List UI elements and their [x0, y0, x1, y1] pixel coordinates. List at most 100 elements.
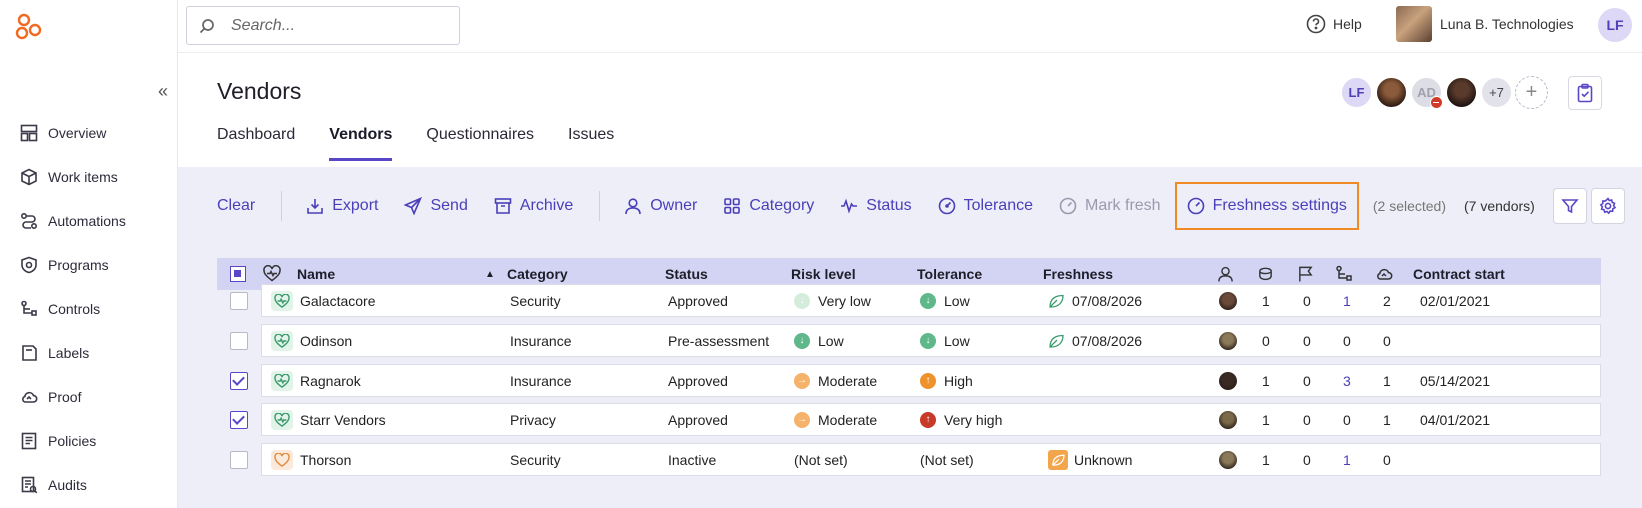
sort-ascending-icon[interactable]: ▲ [485, 269, 495, 280]
owner-avatar[interactable] [1219, 332, 1237, 350]
sidebar-item-automations[interactable]: Automations [0, 199, 178, 243]
column-header-contract-start[interactable]: Contract start [1413, 266, 1505, 282]
count-controls[interactable]: 1 [1343, 293, 1351, 309]
row-checkbox[interactable] [230, 332, 248, 350]
tolerance: ↑ Very high [920, 411, 1002, 428]
count-proof: 1 [1383, 372, 1391, 389]
vendor-name[interactable]: Ragnarok [300, 373, 361, 389]
sidebar-item-work-items[interactable]: Work items [0, 155, 178, 199]
status-button[interactable]: Status [840, 197, 912, 215]
avatar[interactable] [1445, 76, 1478, 109]
sidebar-item-policies[interactable]: Policies [0, 419, 178, 463]
table-row[interactable]: Ragnarok Insurance Approved → Moderate ↑ High 1… [261, 364, 1601, 397]
freshness: 07/08/2026 [1048, 333, 1142, 349]
add-member-button[interactable]: + [1515, 76, 1548, 109]
heart-pulse-icon[interactable] [263, 265, 281, 282]
mark-fresh-button[interactable]: Mark fresh [1059, 197, 1161, 215]
tolerance-button[interactable]: Tolerance [938, 197, 1033, 215]
export-button[interactable]: Export [306, 197, 378, 215]
archive-button[interactable]: Archive [494, 197, 573, 215]
user-avatar[interactable]: LF [1598, 8, 1632, 42]
tab-questionnaires[interactable]: Questionnaires [426, 126, 534, 166]
sidebar-item-proof[interactable]: Proof [0, 375, 178, 419]
freshness-settings-button[interactable]: Freshness settings [1174, 182, 1359, 230]
archive-icon [494, 198, 512, 214]
category-button[interactable]: Category [723, 197, 814, 215]
table-row[interactable]: Odinson Insurance Pre-assessment ↓ Low ↓ Low 07… [261, 324, 1601, 357]
table-row[interactable]: Thorson Security Inactive (Not set) (Not set… [261, 443, 1601, 476]
vendor-category: Security [510, 451, 561, 468]
gauge-icon [1059, 197, 1077, 215]
owner-avatar[interactable] [1219, 372, 1237, 390]
sidebar-item-audits[interactable]: Audits [0, 463, 178, 507]
owner-column-icon[interactable] [1217, 265, 1234, 283]
select-all-checkbox[interactable] [230, 266, 246, 282]
column-header-tolerance[interactable]: Tolerance [917, 266, 982, 282]
table-settings-button[interactable] [1590, 188, 1625, 224]
more-members-badge[interactable]: +7 [1480, 76, 1513, 109]
collapse-sidebar-icon[interactable]: « [158, 81, 168, 102]
risk-column-icon[interactable] [1257, 265, 1274, 283]
freshness: 07/08/2026 [1048, 293, 1142, 309]
owner-button[interactable]: Owner [624, 197, 697, 215]
vendor-name[interactable]: Galactacore [300, 293, 375, 309]
avatar[interactable]: AD [1410, 76, 1443, 109]
column-header-category[interactable]: Category [507, 266, 568, 282]
filter-button[interactable] [1552, 188, 1587, 224]
vendor-name[interactable]: Thorson [300, 452, 351, 468]
org-switcher[interactable]: Luna B. Technologies [1396, 6, 1574, 42]
clear-button[interactable]: Clear [217, 197, 255, 215]
sidebar-item-overview[interactable]: Overview [0, 111, 178, 155]
row-checkbox[interactable] [230, 292, 248, 310]
cloud-icon [22, 391, 38, 403]
controls-column-icon[interactable] [1335, 265, 1353, 283]
search-box[interactable] [186, 6, 460, 45]
clipboard-button[interactable] [1568, 76, 1602, 110]
category-label: Category [749, 197, 815, 214]
count-risks: 1 [1262, 451, 1270, 468]
count-controls[interactable]: 1 [1343, 452, 1351, 468]
app-logo[interactable] [14, 12, 44, 42]
sidebar-item-programs[interactable]: Programs [0, 243, 178, 287]
vendor-name[interactable]: Odinson [300, 333, 352, 349]
row-checkbox[interactable] [230, 451, 248, 469]
row-checkbox[interactable] [230, 372, 248, 390]
contract-start: 04/01/2021 [1420, 411, 1491, 428]
sidebar-item-label: Work items [48, 169, 118, 185]
tolerance: ↓ Low [920, 292, 970, 309]
avatar[interactable]: LF [1340, 76, 1373, 109]
row-checkbox[interactable] [230, 411, 248, 429]
count-risks: 1 [1262, 411, 1270, 428]
vendor-status: Inactive [668, 451, 717, 468]
cloud-icon[interactable] [1375, 265, 1393, 283]
avatar[interactable] [1375, 76, 1408, 109]
tab-vendors[interactable]: Vendors [329, 126, 393, 166]
table-row[interactable]: Galactacore Security Approved ↓ Very low ↓ Low… [261, 284, 1601, 317]
column-header-risk-level[interactable]: Risk level [791, 266, 856, 282]
risk-level: → Moderate [794, 411, 877, 428]
selected-count: (2 selected) [1372, 198, 1447, 214]
search-input[interactable] [231, 16, 451, 35]
tab-issues[interactable]: Issues [568, 126, 614, 166]
controls-icon [21, 300, 37, 316]
owner-avatar[interactable] [1219, 451, 1237, 469]
table-row[interactable]: Starr Vendors Privacy Approved → Moderate ↑ Ve… [261, 403, 1601, 436]
leaf-warning-icon [1048, 449, 1068, 470]
flag-icon[interactable] [1297, 265, 1314, 283]
archive-label: Archive [519, 197, 574, 214]
column-header-freshness[interactable]: Freshness [1043, 266, 1113, 282]
sidebar-item-labels[interactable]: Labels [0, 331, 178, 375]
owner-avatar[interactable] [1219, 411, 1237, 429]
sidebar-item-label: Programs [48, 257, 109, 273]
count-controls[interactable]: 3 [1343, 373, 1351, 389]
owner-avatar[interactable] [1219, 292, 1237, 310]
tolerance: (Not set) [920, 452, 974, 468]
help-button[interactable]: Help [1306, 14, 1362, 34]
send-button[interactable]: Send [404, 197, 468, 215]
count-proof: 1 [1383, 411, 1391, 428]
vendor-name[interactable]: Starr Vendors [300, 412, 386, 428]
tab-dashboard[interactable]: Dashboard [217, 126, 295, 166]
column-header-name[interactable]: Name [297, 266, 335, 282]
sidebar-item-controls[interactable]: Controls [0, 287, 178, 331]
column-header-status[interactable]: Status [665, 266, 708, 282]
